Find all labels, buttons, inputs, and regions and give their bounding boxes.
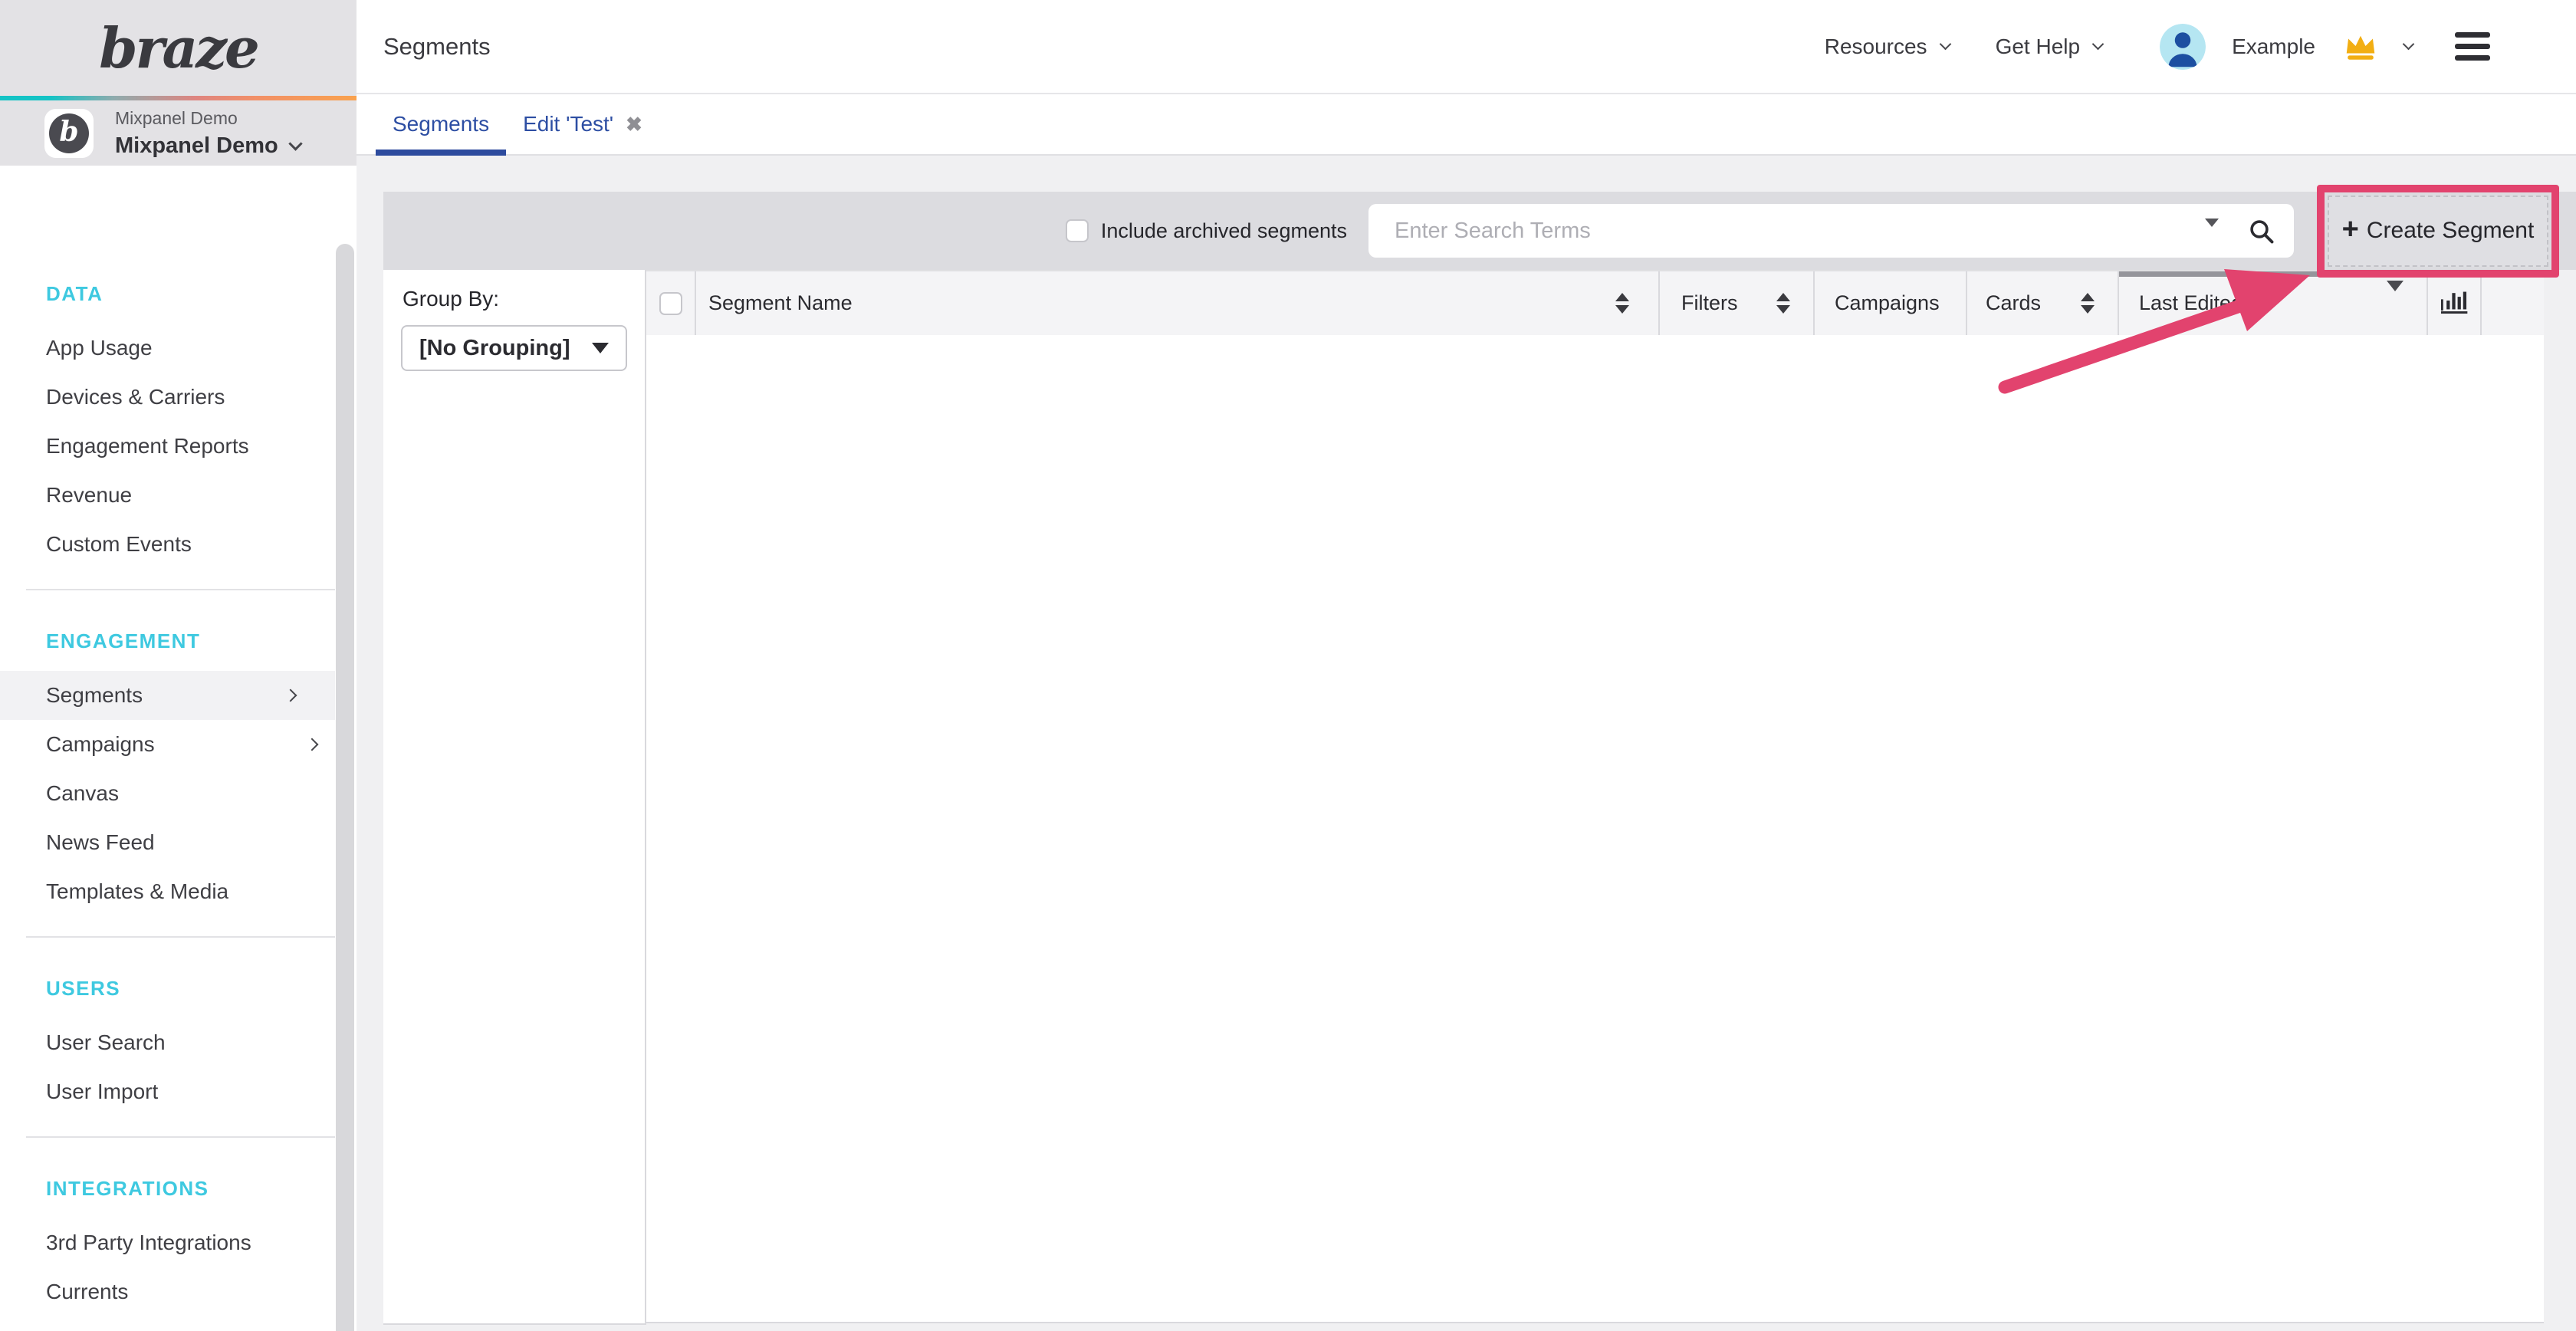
workspace-name: Mixpanel Demo xyxy=(115,133,278,159)
include-archived-label: Include archived segments xyxy=(1101,219,1347,243)
chevron-down-icon xyxy=(2403,38,2415,51)
sidebar-item-app-usage[interactable]: App Usage xyxy=(0,324,356,373)
sidebar: braze b Mixpanel Demo Mixpanel Demo DATA… xyxy=(0,0,356,1331)
search-icon[interactable] xyxy=(2248,218,2275,245)
sidebar-item-user-import[interactable]: User Import xyxy=(0,1067,356,1116)
tab-segments[interactable]: Segments xyxy=(376,94,506,154)
logo-area: braze xyxy=(0,0,356,96)
column-header-cards[interactable]: Cards xyxy=(1967,271,2119,335)
sidebar-item-canvas[interactable]: Canvas xyxy=(0,769,356,818)
divider xyxy=(26,589,335,590)
sidebar-item-custom-events[interactable]: Custom Events xyxy=(0,520,356,569)
sidebar-item-devices-carriers[interactable]: Devices & Carriers xyxy=(0,373,356,422)
sidebar-item-segments[interactable]: Segments xyxy=(0,671,335,720)
sort-icon[interactable] xyxy=(1615,293,1629,314)
close-icon[interactable]: ✖ xyxy=(626,113,642,136)
avatar xyxy=(2160,24,2206,70)
section-title-integrations: INTEGRATIONS xyxy=(46,1175,356,1201)
caret-down-icon[interactable] xyxy=(2387,291,2404,315)
tab-bar: Segments Edit 'Test' ✖ xyxy=(356,94,2576,156)
braze-logo[interactable]: braze xyxy=(99,15,258,81)
divider xyxy=(26,1136,335,1138)
user-name: Example xyxy=(2232,35,2315,59)
sort-icon[interactable] xyxy=(2081,293,2095,314)
plus-icon: + xyxy=(2342,213,2359,246)
workspace-app-icon: b xyxy=(44,109,94,158)
tab-edit-test[interactable]: Edit 'Test' ✖ xyxy=(506,94,659,154)
page-title: Segments xyxy=(383,33,491,61)
table-body-empty xyxy=(646,335,2544,1323)
sort-icon[interactable] xyxy=(1776,293,1790,314)
top-nav: Resources Get Help Example xyxy=(1825,24,2576,70)
chevron-down-icon xyxy=(2092,38,2104,51)
select-all-column-header xyxy=(646,271,696,335)
main-area: Segments Resources Get Help xyxy=(356,0,2576,1331)
column-header-campaigns[interactable]: Campaigns xyxy=(1815,271,1967,335)
segments-table: Segment Name Filters Campaigns Cards Las… xyxy=(646,270,2544,1325)
sidebar-nav: DATA App Usage Devices & Carriers Engage… xyxy=(0,166,356,1316)
sidebar-item-news-feed[interactable]: News Feed xyxy=(0,818,356,867)
section-title-data: DATA xyxy=(46,281,356,307)
section-title-users: USERS xyxy=(46,975,356,1001)
top-header: Segments Resources Get Help xyxy=(356,0,2576,94)
chevron-right-icon xyxy=(284,689,297,702)
sidebar-item-templates-media[interactable]: Templates & Media xyxy=(0,867,356,916)
crown-icon xyxy=(2343,32,2378,61)
sidebar-item-3rd-party-integrations[interactable]: 3rd Party Integrations xyxy=(0,1218,356,1267)
workspace-app-icon-letter: b xyxy=(49,113,89,153)
workspace-switcher[interactable]: b Mixpanel Demo Mixpanel Demo xyxy=(0,100,356,166)
user-menu[interactable]: Example xyxy=(2160,24,2413,70)
search-box xyxy=(1368,204,2294,258)
resources-menu[interactable]: Resources xyxy=(1825,35,1950,59)
chevron-right-icon xyxy=(306,738,319,751)
chevron-down-icon xyxy=(1939,38,1951,51)
column-header-last-edited[interactable]: Last Edited xyxy=(2119,271,2428,335)
group-by-label: Group By: xyxy=(402,287,499,311)
segments-toolbar: Include archived segments + Create Segme… xyxy=(383,192,2576,270)
hamburger-menu-icon[interactable] xyxy=(2455,32,2490,61)
sidebar-item-user-search[interactable]: User Search xyxy=(0,1018,356,1067)
column-header-segment-name[interactable]: Segment Name xyxy=(696,271,1660,335)
sidebar-item-engagement-reports[interactable]: Engagement Reports xyxy=(0,422,356,471)
column-header-analytics[interactable] xyxy=(2428,271,2482,335)
bar-chart-icon xyxy=(2439,287,2469,320)
select-all-checkbox[interactable] xyxy=(659,292,682,315)
divider xyxy=(26,936,335,938)
table-header-row: Segment Name Filters Campaigns Cards Las… xyxy=(646,270,2544,335)
search-dropdown-caret-icon[interactable] xyxy=(2205,227,2219,241)
create-segment-button[interactable]: + Create Segment xyxy=(2328,196,2548,267)
group-by-select[interactable]: [No Grouping] xyxy=(401,325,627,371)
column-header-filters[interactable]: Filters xyxy=(1660,271,1815,335)
workspace-app-label: Mixpanel Demo xyxy=(115,108,301,129)
content-area: Include archived segments + Create Segme… xyxy=(356,156,2576,1331)
annotation-highlight-box: + Create Segment xyxy=(2317,185,2559,278)
include-archived-checkbox[interactable] xyxy=(1066,219,1089,242)
sidebar-item-currents[interactable]: Currents xyxy=(0,1267,356,1316)
column-header-empty xyxy=(2482,271,2544,335)
chevron-down-icon xyxy=(288,136,302,150)
get-help-menu[interactable]: Get Help xyxy=(1996,35,2103,59)
sidebar-item-campaigns[interactable]: Campaigns xyxy=(0,720,356,769)
group-by-panel: Group By: [No Grouping] xyxy=(383,270,646,1325)
caret-down-icon xyxy=(592,343,609,353)
section-title-engagement: ENGAGEMENT xyxy=(46,628,356,654)
group-by-value: [No Grouping] xyxy=(419,336,570,361)
search-input[interactable] xyxy=(1368,219,2128,244)
sidebar-item-revenue[interactable]: Revenue xyxy=(0,471,356,520)
sidebar-scrollbar[interactable] xyxy=(336,244,354,1331)
